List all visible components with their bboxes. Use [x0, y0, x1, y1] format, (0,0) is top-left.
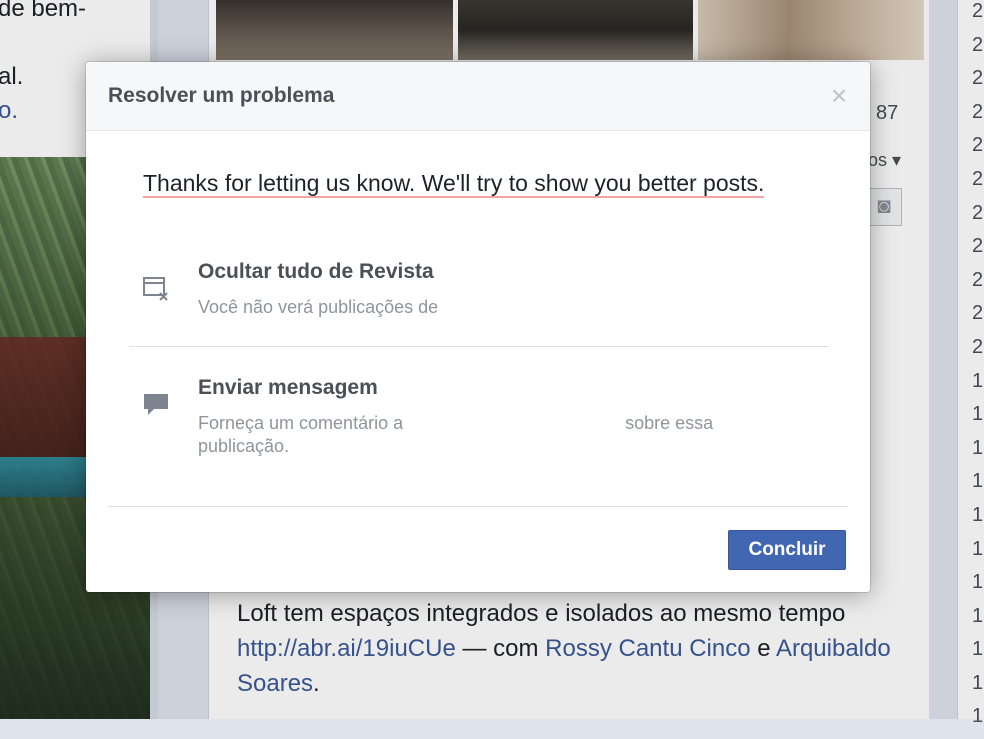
speech-bubble-icon	[144, 394, 168, 415]
dialog-title: Resolver um problema	[108, 84, 335, 107]
footer-divider	[108, 506, 848, 507]
redacted-name	[408, 415, 621, 434]
hide-window-icon	[143, 277, 168, 301]
option-description: Forneça um comentário a sobre essa publi…	[198, 413, 714, 456]
confirmation-message: Thanks for letting us know. We'll try to…	[143, 170, 765, 198]
send-message-option[interactable]: Enviar mensagem Forneça um comentário a …	[130, 374, 830, 484]
hide-all-option[interactable]: Ocultar tudo de Revista Você não verá pu…	[130, 258, 830, 338]
divider	[129, 346, 829, 347]
option-description: Você não verá publicações de	[198, 297, 439, 317]
done-button[interactable]: Concluir	[728, 530, 846, 570]
option-title: Ocultar tudo de Revista	[198, 260, 434, 283]
close-icon[interactable]: ×	[828, 82, 850, 110]
report-problem-dialog: Resolver um problema × Thanks for lettin…	[86, 62, 870, 592]
option-title: Enviar mensagem	[198, 376, 378, 399]
dialog-header: Resolver um problema ×	[86, 62, 870, 131]
